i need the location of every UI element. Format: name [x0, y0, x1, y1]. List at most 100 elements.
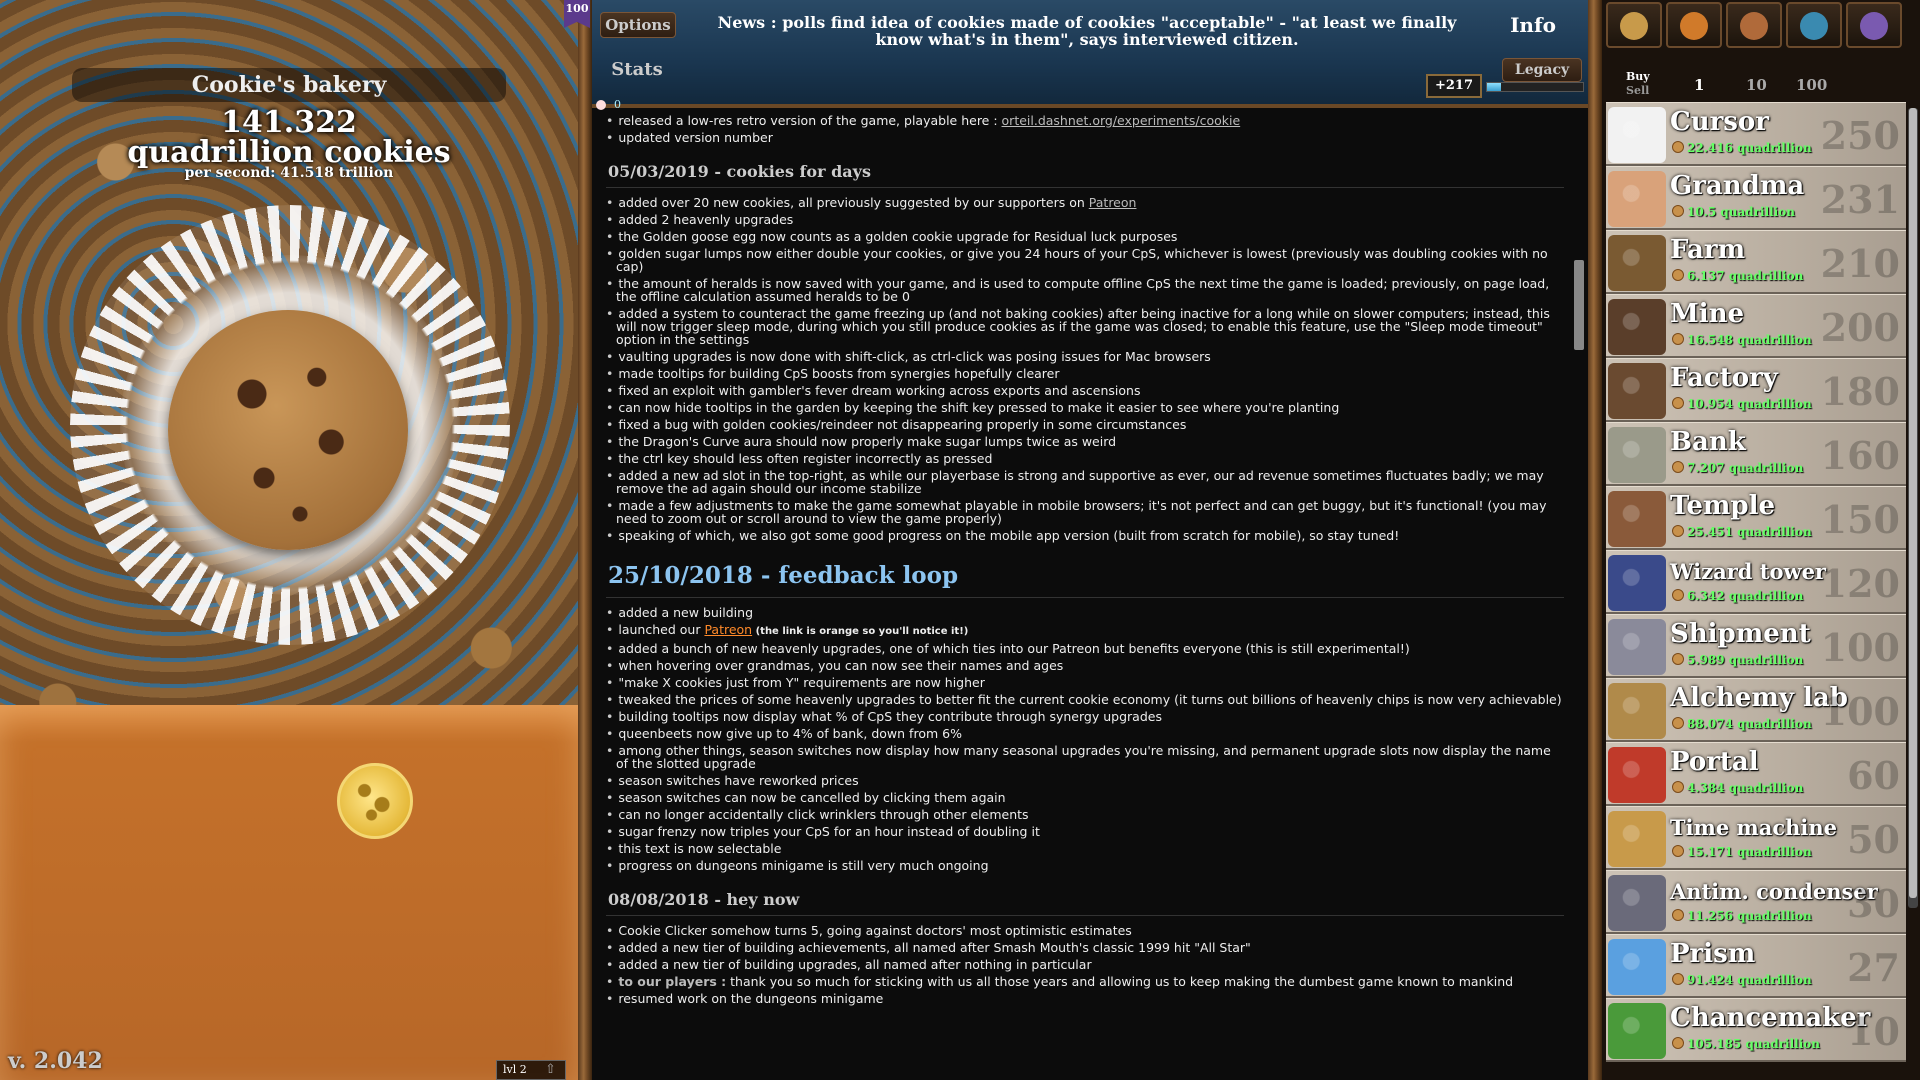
list-item: added a new tier of building upgrades, a…: [606, 958, 1564, 971]
building-icon: [1608, 299, 1666, 355]
heavenly-chip-icon: [596, 100, 606, 110]
building-price: 11.256 quadrillion: [1672, 909, 1812, 923]
stats-button[interactable]: Stats: [602, 55, 672, 85]
building-icon: [1608, 491, 1666, 547]
patreon-link[interactable]: Patreon: [704, 622, 752, 637]
section-list: Cookie Clicker somehow turns 5, going ag…: [606, 924, 1564, 971]
building-wizard-tower[interactable]: Wizard tower 6.342 quadrillion 120: [1606, 550, 1906, 614]
building-owned: 120: [1820, 561, 1900, 606]
section-list-tail: to our players : thank you so much for s…: [606, 975, 1564, 1005]
list-item: released a low-res retro version of the …: [606, 114, 1564, 127]
building-owned: 100: [1820, 689, 1900, 734]
building-name: Time machine: [1670, 815, 1837, 840]
patreon-link[interactable]: Patreon: [1089, 195, 1137, 210]
retro-version-link[interactable]: orteil.dashnet.org/experiments/cookie: [1002, 114, 1241, 128]
building-icon: [1608, 619, 1666, 675]
building-name: Mine: [1670, 299, 1745, 329]
building-mine[interactable]: Mine 16.548 quadrillion 200: [1606, 294, 1906, 358]
building-price: 6.342 quadrillion: [1672, 589, 1803, 603]
list-item: season switches can now be cancelled by …: [606, 791, 1564, 804]
list-item: added 2 heavenly upgrades: [606, 213, 1564, 226]
buy-amount-1[interactable]: 1: [1694, 76, 1704, 94]
buy-toggle[interactable]: Buy: [1626, 70, 1650, 83]
building-list: Cursor 22.416 quadrillion 250 Grandma 10.5 q…: [1606, 102, 1906, 1062]
list-item: can now hide tooltips in the garden by k…: [606, 401, 1564, 414]
update-log: released a low-res retro version of the …: [606, 114, 1564, 1080]
building-owned: 100: [1820, 625, 1900, 670]
upgrade-icon: [1740, 12, 1768, 40]
building-icon: [1608, 1003, 1666, 1059]
building-time-machine[interactable]: Time machine 15.171 quadrillion 50: [1606, 806, 1906, 870]
bakery-name[interactable]: Cookie's bakery: [72, 68, 506, 102]
milk-layer: [0, 705, 578, 1080]
buy-amount-10[interactable]: 10: [1746, 76, 1767, 94]
list-item: Cookie Clicker somehow turns 5, going ag…: [606, 924, 1564, 937]
building-prism[interactable]: Prism 91.424 quadrillion 27: [1606, 934, 1906, 998]
upgrade-icon: [1860, 12, 1888, 40]
top-bar: Options Stats News : polls find idea of …: [592, 0, 1600, 111]
intro-list: released a low-res retro version of the …: [606, 114, 1564, 144]
building-grandma[interactable]: Grandma 10.5 quadrillion 231: [1606, 166, 1906, 230]
building-cursor[interactable]: Cursor 22.416 quadrillion 250: [1606, 102, 1906, 166]
buy-amount-100[interactable]: 100: [1796, 76, 1827, 94]
store-scroll-thumb[interactable]: [1909, 108, 1917, 898]
building-farm[interactable]: Farm 6.137 quadrillion 210: [1606, 230, 1906, 294]
building-price: 25.451 quadrillion: [1672, 525, 1812, 539]
store-panel: Buy Sell 1 10 100 Cursor 22.416 quadrilli…: [1602, 0, 1920, 1080]
list-item: the ctrl key should less often register …: [606, 452, 1564, 465]
building-icon: [1608, 107, 1666, 163]
options-button[interactable]: Options: [600, 12, 676, 38]
building-alchemy-lab[interactable]: Alchemy lab 88.074 quadrillion 100: [1606, 678, 1906, 742]
list-item: among other things, season switches now …: [606, 744, 1564, 770]
list-item: added a new tier of building achievement…: [606, 941, 1564, 954]
list-item: the Dragon's Curve aura should now prope…: [606, 435, 1564, 448]
building-icon: [1608, 235, 1666, 291]
upgrade-slot[interactable]: [1666, 2, 1722, 48]
left-divider: [578, 0, 592, 1080]
building-owned: 27: [1847, 945, 1900, 990]
center-panel: Options Stats News : polls find idea of …: [592, 0, 1600, 1080]
list-item: made tooltips for building CpS boosts fr…: [606, 367, 1564, 380]
building-name: Factory: [1670, 363, 1778, 393]
building-temple[interactable]: Temple 25.451 quadrillion 150: [1606, 486, 1906, 550]
building-bank[interactable]: Bank 7.207 quadrillion 160: [1606, 422, 1906, 486]
building-owned: 50: [1847, 817, 1900, 862]
upgrade-slot[interactable]: [1606, 2, 1662, 48]
log-scroll-thumb[interactable]: [1574, 260, 1584, 350]
building-price: 22.416 quadrillion: [1672, 141, 1812, 155]
upgrade-slot[interactable]: [1846, 2, 1902, 48]
building-price: 91.424 quadrillion: [1672, 973, 1812, 987]
building-name: Temple: [1670, 491, 1776, 521]
legacy-button[interactable]: Legacy: [1502, 58, 1582, 82]
cookie-unit: quadrillion cookies: [127, 135, 451, 170]
upgrade-slot[interactable]: [1786, 2, 1842, 48]
list-item: added a bunch of new heavenly upgrades, …: [606, 642, 1564, 655]
upgrade-slot[interactable]: [1726, 2, 1782, 48]
cookie-count: 141.322 quadrillion cookies: [0, 108, 578, 168]
building-shipment[interactable]: Shipment 5.989 quadrillion 100: [1606, 614, 1906, 678]
level-label: lvl 2: [503, 1063, 527, 1076]
big-cookie[interactable]: [168, 310, 408, 550]
building-owned: 10: [1847, 1009, 1900, 1054]
news-ticker[interactable]: News : polls find idea of cookies made o…: [692, 14, 1482, 48]
building-name: Farm: [1670, 235, 1746, 265]
list-item: "make X cookies just from Y" requirement…: [606, 676, 1564, 689]
building-antim-condenser[interactable]: Antim. condenser 11.256 quadrillion 30: [1606, 870, 1906, 934]
building-factory[interactable]: Factory 10.954 quadrillion 180: [1606, 358, 1906, 422]
building-portal[interactable]: Portal 4.384 quadrillion 60: [1606, 742, 1906, 806]
building-price: 5.989 quadrillion: [1672, 653, 1803, 667]
building-name: Chancemaker: [1670, 1003, 1871, 1033]
store-scrollbar[interactable]: [1908, 108, 1918, 908]
building-chancemaker[interactable]: Chancemaker 105.185 quadrillion 10: [1606, 998, 1906, 1062]
upgrade-icon: [1620, 12, 1648, 40]
building-owned: 250: [1820, 113, 1900, 158]
building-price: 4.384 quadrillion: [1672, 781, 1803, 795]
golden-cookie[interactable]: [337, 763, 413, 839]
section-title: 08/08/2018 - hey now: [606, 882, 1564, 916]
sell-toggle[interactable]: Sell: [1626, 84, 1649, 97]
buy-sell-bar: Buy Sell 1 10 100: [1616, 68, 1906, 98]
info-button[interactable]: Info: [1482, 10, 1584, 40]
list-item: season switches have reworked prices: [606, 774, 1564, 787]
level-box[interactable]: lvl 2 ⇧: [496, 1060, 566, 1080]
log-scrollbar[interactable]: [1572, 110, 1586, 1080]
